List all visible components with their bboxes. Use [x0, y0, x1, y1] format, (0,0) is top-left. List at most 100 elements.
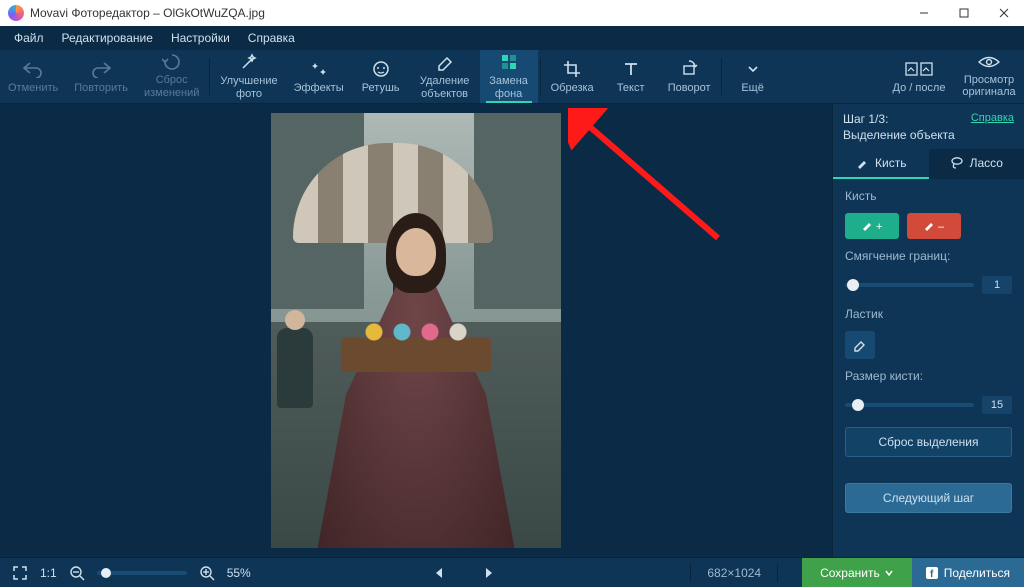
chevron-down-icon [746, 59, 760, 79]
rotate-label: Поворот [668, 82, 711, 94]
brush-icon [855, 156, 869, 170]
soften-label: Смягчение границ: [845, 249, 1012, 263]
size-value[interactable]: 15 [982, 396, 1012, 414]
view-original-button[interactable]: Просмотр оригинала [954, 50, 1024, 103]
minimize-button[interactable] [904, 0, 944, 26]
step-title: Выделение объекта [843, 128, 965, 144]
next-step-button[interactable]: Следующий шаг [845, 483, 1012, 513]
before-after-label: До / после [893, 82, 946, 94]
save-label: Сохранить [820, 566, 880, 580]
reset-selection-button[interactable]: Сброс выделения [845, 427, 1012, 457]
window-title: Movavi Фоторедактор – OlGkOtWuZQA.jpg [30, 6, 265, 20]
retouch-button[interactable]: Ретушь [352, 50, 410, 103]
share-button[interactable]: f Поделиться [912, 558, 1024, 587]
eraser-button[interactable] [845, 331, 875, 359]
fit-screen-button[interactable] [10, 563, 30, 583]
info-button[interactable] [782, 563, 802, 583]
crop-label: Обрезка [551, 82, 594, 94]
statusbar: 1:1 55% 682×1024 Сохранить f Поделиться [0, 557, 1024, 587]
menu-edit[interactable]: Редактирование [54, 28, 161, 48]
bgswap-icon [499, 52, 519, 72]
face-icon [371, 59, 391, 79]
effects-button[interactable]: Эффекты [286, 50, 352, 103]
bgswap-label: Замена фона [489, 75, 528, 99]
svg-text:+: + [876, 221, 882, 233]
soften-value[interactable]: 1 [982, 276, 1012, 294]
photo[interactable] [271, 113, 561, 548]
zoom-out-button[interactable] [67, 563, 87, 583]
menu-file[interactable]: Файл [6, 28, 52, 48]
tab-lasso[interactable]: Лассо [929, 149, 1024, 179]
zoom-slider[interactable] [97, 571, 187, 575]
menu-help[interactable]: Справка [240, 28, 303, 48]
next-image-button[interactable] [479, 563, 499, 583]
tab-brush[interactable]: Кисть [833, 149, 929, 179]
fit-ratio[interactable]: 1:1 [40, 566, 57, 580]
soften-slider[interactable] [845, 283, 974, 287]
close-button[interactable] [984, 0, 1024, 26]
effects-label: Эффекты [294, 82, 344, 94]
menubar: Файл Редактирование Настройки Справка [0, 26, 1024, 50]
maximize-button[interactable] [944, 0, 984, 26]
compare-icon [905, 59, 933, 79]
svg-text:–: – [938, 221, 945, 233]
enhance-label: Улучшение фото [220, 75, 277, 99]
enhance-button[interactable]: Улучшение фото [212, 50, 285, 103]
redo-button[interactable]: Повторить [66, 50, 136, 103]
facebook-icon: f [926, 567, 938, 579]
text-icon [621, 59, 641, 79]
zoom-percent: 55% [227, 566, 251, 580]
rotate-icon [679, 59, 699, 79]
eraser-label: Ластик [845, 307, 1012, 321]
save-button[interactable]: Сохранить [802, 558, 912, 587]
before-after-button[interactable]: До / после [884, 50, 954, 103]
rotate-button[interactable]: Поворот [660, 50, 719, 103]
chevron-down-icon [884, 568, 894, 578]
side-panel: Шаг 1/3: Выделение объекта Справка Кисть… [832, 104, 1024, 557]
tab-brush-label: Кисть [875, 156, 906, 170]
sparkles-icon [309, 59, 329, 79]
tab-lasso-label: Лассо [970, 156, 1003, 170]
canvas-area[interactable] [0, 104, 832, 557]
size-slider[interactable] [845, 403, 974, 407]
share-label: Поделиться [944, 566, 1010, 580]
background-swap-button[interactable]: Замена фона [480, 50, 538, 103]
menu-settings[interactable]: Настройки [163, 28, 238, 48]
wand-icon [239, 52, 259, 72]
crop-icon [562, 59, 582, 79]
app-icon [8, 5, 24, 21]
image-dimensions: 682×1024 [695, 566, 773, 580]
undo-button[interactable]: Отменить [0, 50, 66, 103]
reset-icon [162, 53, 182, 71]
retouch-label: Ретушь [362, 82, 400, 94]
brush-subtract-button[interactable]: – [907, 213, 961, 239]
step-number: Шаг 1/3: [843, 112, 965, 128]
redo-label: Повторить [74, 82, 128, 94]
toolbar: Отменить Повторить Сброс изменений Улучш… [0, 50, 1024, 104]
panel-help-link[interactable]: Справка [971, 112, 1014, 124]
workspace: Шаг 1/3: Выделение объекта Справка Кисть… [0, 104, 1024, 557]
brush-section-label: Кисть [845, 189, 1012, 203]
eraser-icon [435, 52, 455, 72]
reset-label: Сброс изменений [144, 74, 199, 98]
text-label: Текст [617, 82, 645, 94]
redo-icon [90, 59, 112, 79]
panel-tabs: Кисть Лассо [833, 149, 1024, 179]
view-original-label: Просмотр оригинала [962, 74, 1015, 98]
prev-image-button[interactable] [429, 563, 449, 583]
text-button[interactable]: Текст [602, 50, 660, 103]
brush-add-button[interactable]: + [845, 213, 899, 239]
lasso-icon [950, 156, 964, 170]
more-label: Ещё [741, 82, 764, 94]
eye-icon [978, 54, 1000, 71]
reset-button[interactable]: Сброс изменений [136, 50, 207, 103]
more-button[interactable]: Ещё [724, 50, 782, 103]
delete-button[interactable] [666, 563, 686, 583]
undo-icon [22, 59, 44, 79]
annotation-arrow [568, 108, 738, 258]
crop-button[interactable]: Обрезка [543, 50, 602, 103]
size-label: Размер кисти: [845, 369, 1012, 383]
undo-label: Отменить [8, 82, 58, 94]
remove-objects-button[interactable]: Удаление объектов [410, 50, 480, 103]
zoom-in-button[interactable] [197, 563, 217, 583]
